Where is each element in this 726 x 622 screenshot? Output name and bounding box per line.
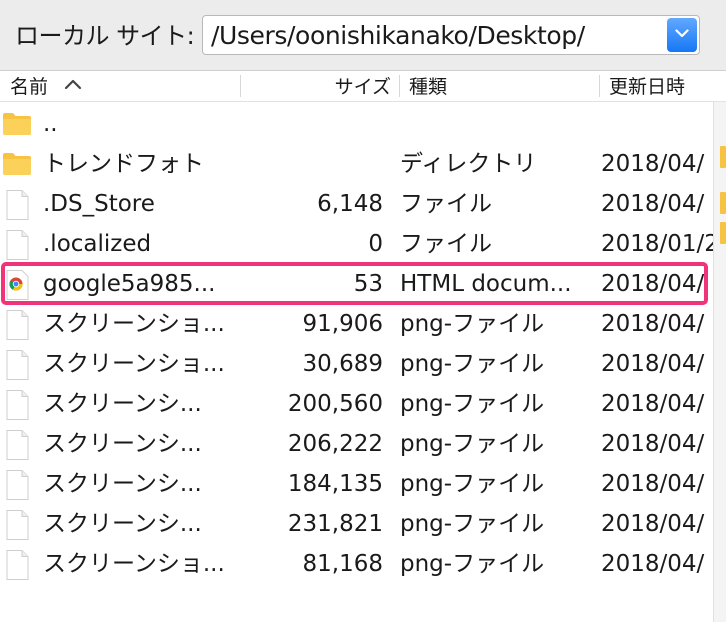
file-size: 6,148: [317, 191, 383, 217]
file-size: 0: [368, 231, 383, 257]
file-kind: ディレクトリ: [400, 151, 537, 177]
file-kind: png-ファイル: [400, 551, 545, 577]
file-name: スクリーンシ...: [43, 511, 202, 537]
local-site-path-dropdown[interactable]: /Users/oonishikanako/Desktop/: [202, 15, 700, 55]
file-name: .DS_Store: [43, 191, 155, 217]
file-size: 231,821: [287, 511, 383, 537]
chevron-up-icon[interactable]: [64, 78, 82, 90]
file-size: 30,689: [302, 351, 383, 377]
file-modified: 2018/04/: [601, 511, 705, 537]
chevron-down-icon: [675, 29, 689, 38]
file-name: スクリーンショ...: [43, 351, 225, 377]
local-site-bar: ローカル サイト: /Users/oonishikanako/Desktop/: [0, 0, 726, 70]
highlight-box: [1, 262, 708, 305]
file-row[interactable]: トレンドフォト ディレクトリ 2018/04/: [0, 144, 713, 184]
file-kind: png-ファイル: [400, 311, 545, 337]
folder-icon: [720, 222, 726, 244]
file-kind: png-ファイル: [400, 431, 545, 457]
file-modified: 2018/04/: [601, 391, 705, 417]
file-modified: 2018/04/: [601, 351, 705, 377]
file-size: 206,222: [287, 431, 383, 457]
column-separator[interactable]: [599, 75, 600, 97]
file-row[interactable]: スクリーンショ... 91,906 png-ファイル 2018/04/: [0, 304, 713, 344]
file-name: スクリーンシ...: [43, 471, 202, 497]
file-row[interactable]: スクリーンシ... 200,560 png-ファイル 2018/04/: [0, 384, 713, 424]
file-size: 184,135: [287, 471, 383, 497]
file-row[interactable]: スクリーンシ... 184,135 png-ファイル 2018/04/: [0, 464, 713, 504]
local-site-path[interactable]: /Users/oonishikanako/Desktop/: [211, 18, 585, 54]
file-row[interactable]: ..: [0, 104, 713, 144]
file-modified: 2018/01/2: [601, 231, 713, 257]
folder-icon: [720, 192, 726, 214]
file-name: スクリーンシ...: [43, 391, 202, 417]
file-row[interactable]: スクリーンシ... 231,821 png-ファイル 2018/04/: [0, 504, 713, 544]
local-site-label: ローカル サイト:: [15, 22, 195, 50]
file-name: トレンドフォト: [43, 151, 204, 177]
file-modified: 2018/04/: [601, 191, 705, 217]
file-row[interactable]: スクリーンショ... 81,168 png-ファイル 2018/04/: [0, 544, 713, 584]
vertical-scrollbar[interactable]: [713, 102, 726, 622]
file-kind: png-ファイル: [400, 351, 545, 377]
file-kind: ファイル: [400, 191, 492, 217]
file-modified: 2018/04/: [601, 551, 705, 577]
column-header-name[interactable]: 名前: [10, 74, 48, 100]
file-list-header: 名前 サイズ 種類 更新日時: [0, 70, 726, 102]
file-size: 81,168: [302, 551, 383, 577]
column-header-size[interactable]: サイズ: [335, 74, 391, 100]
file-icon: [2, 549, 32, 594]
file-name: ..: [43, 111, 58, 137]
folder-icon: [720, 146, 726, 168]
file-name: スクリーンショ...: [43, 551, 225, 577]
file-name: スクリーンショ...: [43, 311, 225, 337]
file-name: .localized: [43, 231, 152, 257]
file-kind: png-ファイル: [400, 471, 545, 497]
file-row[interactable]: .localized 0 ファイル 2018/01/2: [0, 224, 713, 264]
file-modified: 2018/04/: [601, 311, 705, 337]
file-modified: 2018/04/: [601, 151, 705, 177]
file-row[interactable]: .DS_Store 6,148 ファイル 2018/04/: [0, 184, 713, 224]
path-dropdown-button[interactable]: [667, 18, 697, 52]
file-modified: 2018/04/: [601, 471, 705, 497]
file-kind: png-ファイル: [400, 511, 545, 537]
file-name: スクリーンシ...: [43, 431, 202, 457]
file-kind: png-ファイル: [400, 391, 545, 417]
file-size: 200,560: [287, 391, 383, 417]
column-header-kind[interactable]: 種類: [409, 74, 447, 100]
column-header-modified[interactable]: 更新日時: [609, 74, 685, 100]
file-kind: ファイル: [400, 231, 492, 257]
column-separator[interactable]: [399, 75, 400, 97]
file-row[interactable]: スクリーンショ... 30,689 png-ファイル 2018/04/: [0, 344, 713, 384]
file-row[interactable]: スクリーンシ... 206,222 png-ファイル 2018/04/: [0, 424, 713, 464]
file-size: 91,906: [302, 311, 383, 337]
column-separator[interactable]: [240, 75, 241, 97]
file-modified: 2018/04/: [601, 431, 705, 457]
